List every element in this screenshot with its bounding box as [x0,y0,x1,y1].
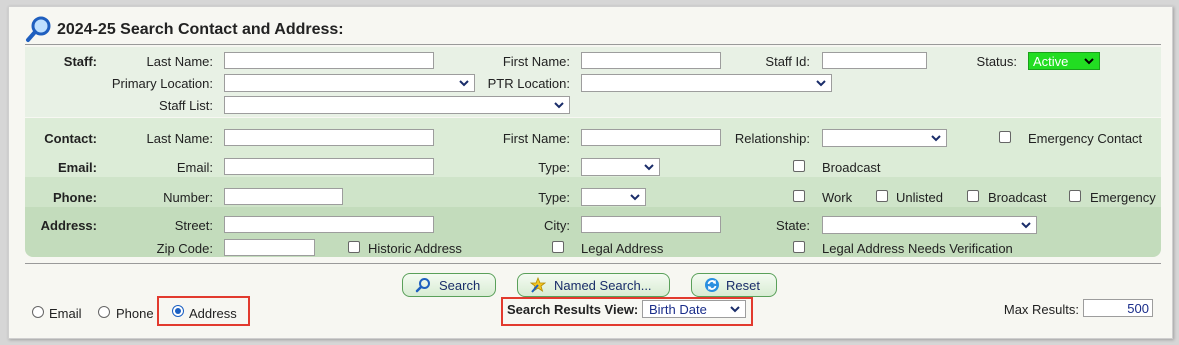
named-search-button-label: Named Search... [554,278,652,293]
phone-number-label: Number: [163,190,213,205]
zip-code-input[interactable] [224,239,315,256]
max-results-input[interactable] [1083,299,1153,317]
emergency-contact-label: Emergency Contact [1028,131,1143,146]
reset-button-label: Reset [726,278,760,293]
status-select[interactable]: Active [1028,52,1100,70]
star-wand-icon [530,277,546,293]
status-value: Active [1033,54,1069,69]
phone-work-label: Work [822,190,853,205]
staff-last-name-input[interactable] [224,52,434,69]
city-input[interactable] [581,216,721,233]
staff-section-label: Staff: [63,54,97,69]
historic-address-label: Historic Address [368,241,462,256]
magnifier-icon [415,278,430,293]
state-select[interactable] [822,216,1037,234]
staff-list-select[interactable] [224,96,570,114]
search-window: 2024-25 Search Contact and Address: Staf… [8,6,1173,339]
contact-first-name-label: First Name: [502,131,570,146]
primary-location-select[interactable] [224,74,475,92]
chevron-down-icon [816,80,826,87]
title-divider [25,44,1161,45]
chevron-down-icon [1084,58,1094,65]
address-radio[interactable] [172,305,184,317]
contact-section-label: Contact: [44,131,97,146]
phone-radio[interactable] [98,306,110,318]
chevron-down-icon [630,194,640,201]
reset-button[interactable]: Reset [691,273,777,297]
primary-location-label: Primary Location: [111,76,213,91]
email-type-select[interactable] [581,158,660,176]
contact-last-name-label: Last Name: [146,131,213,146]
legal-address-label: Legal Address [581,241,664,256]
phone-type-label: Type: [538,190,570,205]
page-title: 2024-25 Search Contact and Address: [57,21,344,38]
address-radio-label: Address [189,306,237,321]
results-view-value: Birth Date [649,302,707,317]
relationship-label: Relationship: [734,131,810,146]
search-button-label: Search [439,278,481,293]
zip-code-label: Zip Code: [156,241,213,256]
chevron-down-icon [644,164,654,171]
magnifier-icon [26,16,51,42]
chevron-down-icon [730,306,740,313]
chevron-down-icon [931,135,941,142]
email-input[interactable] [224,158,434,175]
email-section-label: Email: [57,160,97,175]
email-radio[interactable] [32,306,44,318]
phone-section-label: Phone: [52,190,97,205]
phone-broadcast-checkbox[interactable] [967,190,979,202]
street-label: Street: [174,218,213,233]
max-results-label: Max Results: [1003,302,1079,317]
historic-address-checkbox[interactable] [348,241,360,253]
legal-address-checkbox[interactable] [552,241,564,253]
results-view-label: Search Results View: [507,302,639,317]
contact-first-name-input[interactable] [581,129,721,146]
search-criteria-panel: Staff: Last Name: First Name: Staff Id: … [25,47,1161,257]
email-broadcast-checkbox[interactable] [793,160,805,172]
phone-emergency-label: Emergency [1090,190,1156,205]
chevron-down-icon [1021,222,1031,229]
phone-broadcast-label: Broadcast [988,190,1047,205]
relationship-select[interactable] [822,129,947,147]
phone-emergency-checkbox[interactable] [1069,190,1081,202]
state-label: State: [776,218,810,233]
emergency-contact-checkbox[interactable] [999,131,1011,143]
refresh-icon [705,278,719,292]
results-view-select[interactable]: Birth Date [642,300,746,318]
street-input[interactable] [224,216,434,233]
status-label: Status: [976,54,1017,69]
search-button[interactable]: Search [402,273,496,297]
legal-address-verification-label: Legal Address Needs Verification [822,241,1013,256]
ptr-location-label: PTR Location: [487,76,570,91]
staff-first-name-label: First Name: [502,54,570,69]
contact-last-name-input[interactable] [224,129,434,146]
phone-unlisted-checkbox[interactable] [876,190,888,202]
legal-address-verification-checkbox[interactable] [793,241,805,253]
email-label: Email: [176,160,213,175]
buttons-divider [25,263,1161,264]
staff-last-name-label: Last Name: [146,54,213,69]
phone-radio-label: Phone [116,306,154,321]
address-section-label: Address: [40,218,97,233]
named-search-button[interactable]: Named Search... [517,273,670,297]
staff-id-input[interactable] [822,52,927,69]
chevron-down-icon [554,102,564,109]
staff-first-name-input[interactable] [581,52,721,69]
phone-work-checkbox[interactable] [793,190,805,202]
city-label: City: [544,218,570,233]
ptr-location-select[interactable] [581,74,832,92]
email-type-label: Type: [538,160,570,175]
email-broadcast-label: Broadcast [822,160,881,175]
email-radio-label: Email [49,306,82,321]
staff-list-label: Staff List: [159,98,213,113]
divider [25,117,1161,118]
staff-id-label: Staff Id: [765,54,810,69]
phone-unlisted-label: Unlisted [896,190,943,205]
phone-number-input[interactable] [224,188,343,205]
phone-type-select[interactable] [581,188,646,206]
